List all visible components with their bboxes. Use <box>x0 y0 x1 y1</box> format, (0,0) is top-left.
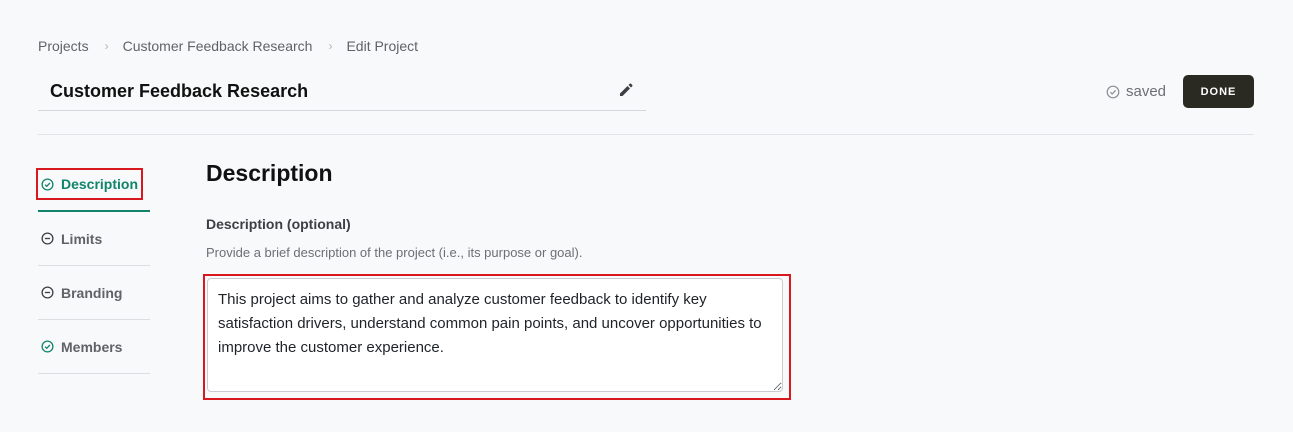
minus-circle-icon <box>41 232 54 245</box>
breadcrumb-current: Edit Project <box>346 38 419 54</box>
check-circle-icon <box>1106 85 1120 98</box>
breadcrumb-separator: › <box>328 39 333 53</box>
breadcrumb-projects[interactable]: Projects <box>38 38 89 54</box>
save-status: saved <box>1106 83 1166 100</box>
header-divider <box>38 134 1254 135</box>
project-title-field[interactable]: Customer Feedback Research <box>38 72 646 111</box>
nav-item-label: Limits <box>61 230 103 247</box>
check-circle-icon <box>41 177 54 191</box>
save-status-text: saved <box>1126 83 1167 100</box>
nav-item-description[interactable]: Description <box>36 158 150 212</box>
nav-item-members[interactable]: Members <box>38 320 150 374</box>
description-textarea[interactable]: This project aims to gather and analyze … <box>207 278 783 392</box>
pencil-icon[interactable] <box>618 82 634 98</box>
minus-circle-icon <box>41 286 54 299</box>
project-title: Customer Feedback Research <box>50 80 309 101</box>
breadcrumb: Projects › Customer Feedback Research › … <box>38 38 418 54</box>
done-button[interactable]: DONE <box>1183 75 1254 108</box>
breadcrumb-project[interactable]: Customer Feedback Research <box>123 38 313 54</box>
description-field-highlight: This project aims to gather and analyze … <box>203 274 791 400</box>
nav-item-limits[interactable]: Limits <box>38 212 150 266</box>
nav-item-label: Branding <box>61 284 123 301</box>
breadcrumb-separator: › <box>104 39 109 53</box>
description-label: Description (optional) <box>206 216 351 232</box>
nav-item-label: Members <box>61 338 123 355</box>
nav-item-label: Description <box>61 176 139 192</box>
description-help-text: Provide a brief description of the proje… <box>206 245 583 260</box>
section-title: Description <box>206 160 333 186</box>
check-circle-icon <box>41 340 54 353</box>
side-nav: Description Limits Branding Members <box>36 158 150 374</box>
nav-item-branding[interactable]: Branding <box>38 266 150 320</box>
